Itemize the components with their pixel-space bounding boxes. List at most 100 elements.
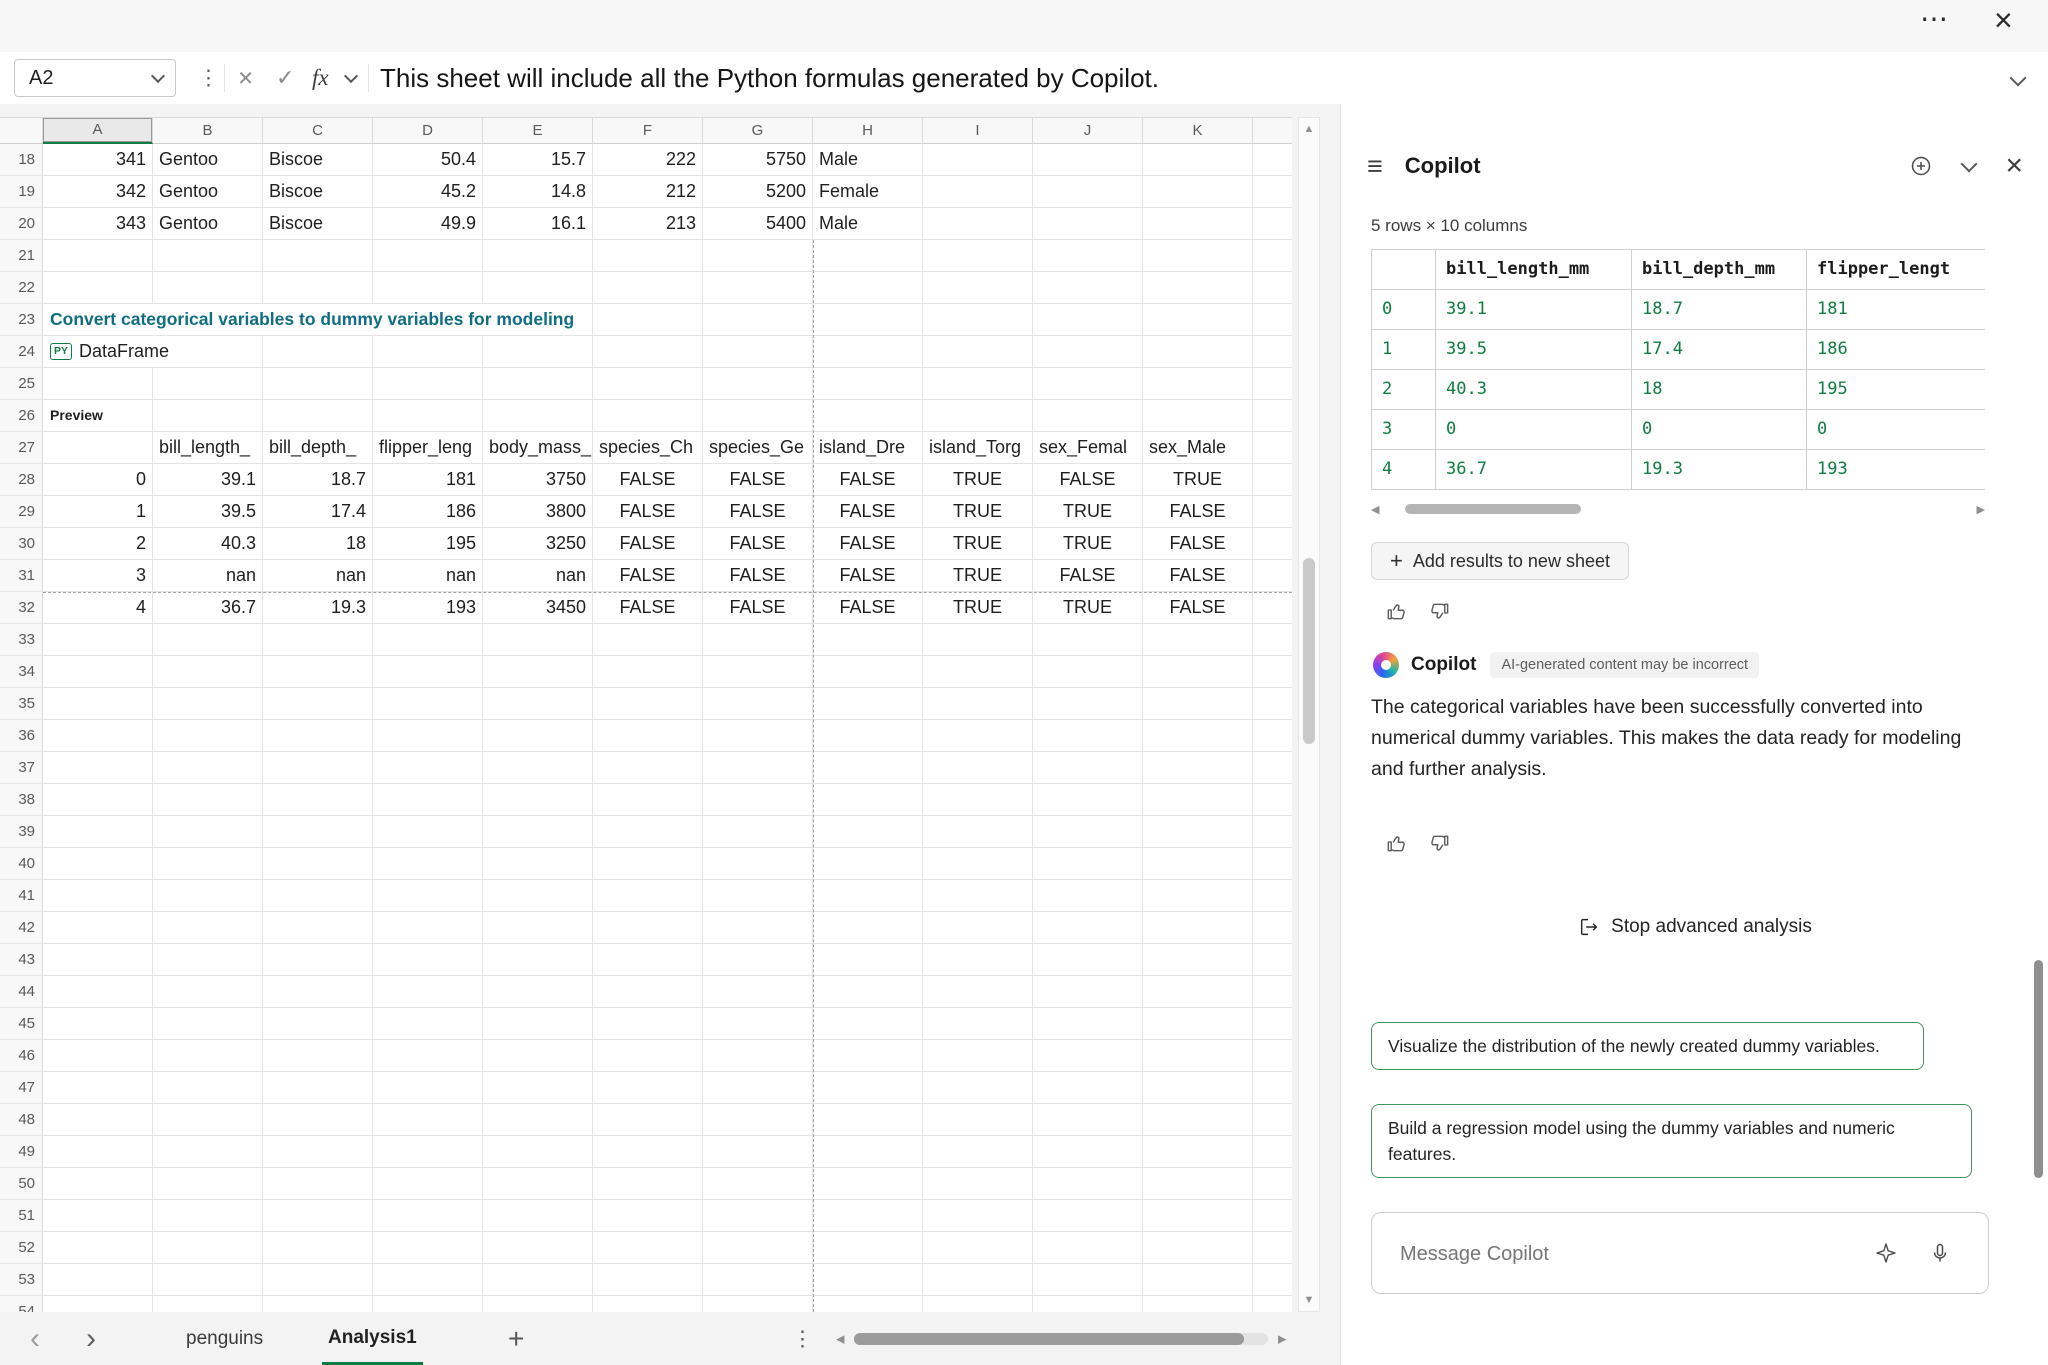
cell[interactable] — [703, 368, 813, 400]
cell[interactable] — [43, 1232, 153, 1264]
cell[interactable] — [483, 1200, 593, 1232]
cell[interactable]: Biscoe — [263, 144, 373, 176]
column-header[interactable]: B — [153, 118, 263, 144]
cell[interactable] — [483, 944, 593, 976]
row-header[interactable]: 54 — [0, 1296, 43, 1312]
cell[interactable] — [153, 1296, 263, 1312]
thumbs-down-icon[interactable] — [1428, 832, 1451, 855]
cell[interactable]: FALSE — [703, 496, 813, 528]
cell[interactable] — [593, 240, 703, 272]
row-header[interactable]: 37 — [0, 752, 43, 784]
cell[interactable] — [1033, 240, 1143, 272]
cell[interactable] — [1143, 240, 1253, 272]
cell[interactable] — [813, 784, 923, 816]
sheet-nav-right-icon[interactable]: › — [86, 1324, 96, 1354]
cell[interactable] — [263, 848, 373, 880]
cell[interactable]: 5200 — [703, 176, 813, 208]
cell[interactable] — [923, 176, 1033, 208]
cell[interactable] — [43, 880, 153, 912]
cell[interactable] — [153, 1008, 263, 1040]
cell[interactable]: TRUE — [923, 496, 1033, 528]
column-header[interactable]: D — [373, 118, 483, 144]
cell[interactable] — [1253, 464, 1292, 496]
cell[interactable]: FALSE — [1033, 560, 1143, 592]
row-header[interactable]: 38 — [0, 784, 43, 816]
collapse-panel-icon[interactable] — [1961, 155, 1978, 172]
cell[interactable] — [373, 1104, 483, 1136]
cell[interactable]: 212 — [593, 176, 703, 208]
row-header[interactable]: 33 — [0, 624, 43, 656]
row-header[interactable]: 18 — [0, 144, 43, 176]
row-header[interactable]: 40 — [0, 848, 43, 880]
cell[interactable]: FALSE — [813, 560, 923, 592]
cell[interactable] — [483, 1264, 593, 1296]
cell[interactable]: 342 — [43, 176, 153, 208]
column-header[interactable]: K — [1143, 118, 1253, 144]
cell[interactable] — [1253, 432, 1292, 464]
cell[interactable] — [1253, 880, 1292, 912]
cell[interactable] — [703, 304, 813, 336]
cell[interactable] — [263, 944, 373, 976]
column-header[interactable]: I — [923, 118, 1033, 144]
cell[interactable] — [263, 752, 373, 784]
cell[interactable] — [813, 1104, 923, 1136]
cell[interactable] — [1143, 208, 1253, 240]
cell[interactable] — [1253, 1296, 1292, 1312]
cell[interactable]: FALSE — [1143, 560, 1253, 592]
cell[interactable] — [923, 656, 1033, 688]
cell[interactable] — [153, 1104, 263, 1136]
cell[interactable] — [373, 1264, 483, 1296]
stop-advanced-analysis-button[interactable]: Stop advanced analysis — [1341, 916, 2048, 938]
cell[interactable]: 4 — [43, 592, 153, 624]
cell[interactable] — [373, 816, 483, 848]
cell[interactable] — [1033, 688, 1143, 720]
cell[interactable] — [373, 1136, 483, 1168]
cell[interactable] — [43, 368, 153, 400]
cell[interactable] — [1253, 752, 1292, 784]
cell[interactable] — [43, 1008, 153, 1040]
cell[interactable] — [373, 912, 483, 944]
cell[interactable] — [703, 1136, 813, 1168]
cell[interactable] — [923, 1008, 1033, 1040]
cell[interactable] — [1033, 1136, 1143, 1168]
cell[interactable] — [373, 688, 483, 720]
cell[interactable] — [1253, 336, 1292, 368]
cell[interactable] — [1033, 208, 1143, 240]
cell[interactable]: FALSE — [593, 528, 703, 560]
name-box[interactable]: A2 — [14, 59, 176, 97]
cell[interactable] — [593, 880, 703, 912]
cell[interactable]: Male — [813, 208, 923, 240]
close-panel-icon[interactable]: × — [2005, 151, 2023, 181]
cell[interactable]: nan — [153, 560, 263, 592]
cell[interactable]: 3800 — [483, 496, 593, 528]
formula-bar-expand-icon[interactable] — [2010, 70, 2027, 87]
cell[interactable] — [483, 368, 593, 400]
hscroll-left-icon[interactable]: ◀ — [836, 1333, 844, 1346]
cell[interactable] — [1033, 624, 1143, 656]
cell[interactable] — [153, 976, 263, 1008]
cell[interactable] — [1033, 784, 1143, 816]
cell[interactable] — [43, 784, 153, 816]
cell[interactable] — [923, 848, 1033, 880]
cell[interactable] — [813, 1136, 923, 1168]
cell[interactable] — [1033, 912, 1143, 944]
cell[interactable]: sex_Femal — [1033, 432, 1143, 464]
cell[interactable]: species_Ch — [593, 432, 703, 464]
cell[interactable] — [923, 816, 1033, 848]
cell[interactable] — [43, 1168, 153, 1200]
cell[interactable]: FALSE — [593, 464, 703, 496]
cell[interactable] — [1143, 720, 1253, 752]
cell[interactable] — [813, 400, 923, 432]
cell[interactable] — [1143, 368, 1253, 400]
cell[interactable] — [923, 880, 1033, 912]
cell[interactable] — [1033, 848, 1143, 880]
cell[interactable] — [483, 336, 593, 368]
cell[interactable] — [593, 1136, 703, 1168]
cell[interactable] — [153, 688, 263, 720]
cell[interactable] — [373, 656, 483, 688]
table-scroll-right-icon[interactable]: ▶ — [1977, 503, 1985, 516]
cell[interactable] — [263, 1232, 373, 1264]
cell[interactable] — [923, 304, 1033, 336]
cell[interactable] — [1143, 400, 1253, 432]
cell[interactable] — [923, 208, 1033, 240]
